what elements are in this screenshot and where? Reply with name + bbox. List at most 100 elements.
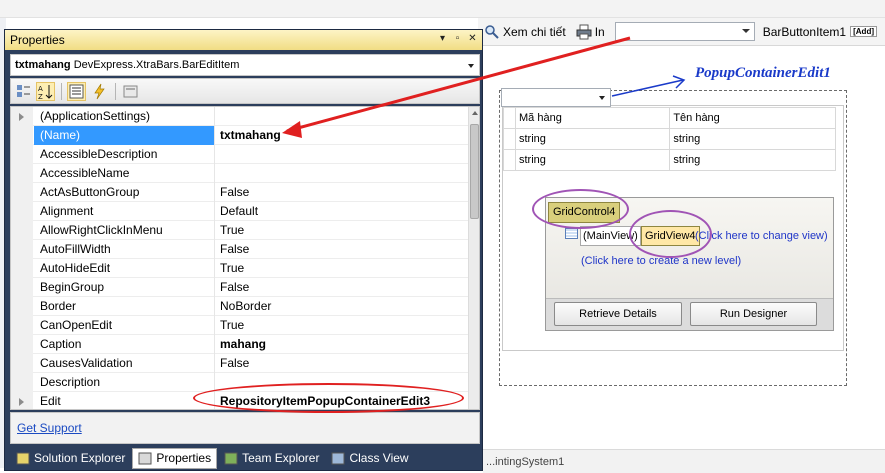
close-icon[interactable]: ✕ xyxy=(467,33,478,45)
scroll-thumb[interactable] xyxy=(470,124,479,219)
maximize-icon[interactable]: ▫ xyxy=(452,33,463,45)
tab-solution-explorer[interactable]: Solution Explorer xyxy=(11,448,130,469)
grid-header-ten-hang[interactable]: Tên hàng xyxy=(669,107,836,129)
tab-team-explorer[interactable]: Team Explorer xyxy=(219,448,324,469)
vertical-scrollbar[interactable] xyxy=(468,107,479,409)
property-grid: (ApplicationSettings) (Name) txtmahang Acce… xyxy=(10,106,480,410)
svg-text:A: A xyxy=(38,85,43,93)
property-row[interactable]: Alignment Default xyxy=(11,202,468,221)
property-name[interactable]: ActAsButtonGroup xyxy=(34,183,215,202)
chevron-down-icon[interactable] xyxy=(741,29,750,33)
property-name[interactable]: Description xyxy=(34,373,215,392)
property-row[interactable]: CanOpenEdit True xyxy=(11,316,468,335)
properties-view-icon[interactable] xyxy=(67,82,86,101)
categorized-icon[interactable] xyxy=(14,82,33,101)
events-icon[interactable] xyxy=(90,82,109,101)
get-support-link[interactable]: Get Support xyxy=(17,421,82,435)
add-item-button[interactable]: [Add] xyxy=(850,26,877,37)
row-gutter xyxy=(11,373,33,392)
property-value[interactable] xyxy=(216,107,466,126)
table-row[interactable]: string string xyxy=(503,128,836,150)
tab-class-view[interactable]: Class View xyxy=(326,448,413,469)
grid-cell[interactable]: string xyxy=(514,128,671,150)
retrieve-details-button[interactable]: Retrieve Details xyxy=(554,302,682,326)
row-gutter xyxy=(11,107,33,126)
grid-cell[interactable]: string xyxy=(514,149,671,171)
chevron-down-icon[interactable]: ▾ xyxy=(437,33,448,45)
property-value[interactable]: False xyxy=(216,354,466,373)
tab-properties[interactable]: Properties xyxy=(132,447,218,469)
property-name[interactable]: BeginGroup xyxy=(34,278,215,297)
property-row[interactable]: Caption mahang xyxy=(11,335,468,354)
grid-cell[interactable]: string xyxy=(669,128,836,150)
print-item[interactable]: In xyxy=(576,24,605,40)
scroll-up-icon[interactable] xyxy=(472,111,478,115)
row-gutter xyxy=(11,297,33,316)
row-gutter xyxy=(11,221,33,240)
property-value[interactable]: False xyxy=(216,183,466,202)
property-value[interactable]: True xyxy=(216,221,466,240)
table-row[interactable]: string string xyxy=(503,149,836,171)
row-gutter xyxy=(11,316,33,335)
expand-arrow-icon[interactable] xyxy=(19,398,24,406)
property-name[interactable]: AutoHideEdit xyxy=(34,259,215,278)
property-name[interactable]: Alignment xyxy=(34,202,215,221)
property-name[interactable]: (ApplicationSettings) xyxy=(34,107,215,126)
property-value[interactable] xyxy=(216,145,466,164)
svg-text:Z: Z xyxy=(38,93,43,100)
change-view-link[interactable]: (Click here to change view) xyxy=(695,230,828,242)
property-value[interactable]: mahang xyxy=(216,335,466,354)
property-name[interactable]: AccessibleDescription xyxy=(34,145,215,164)
property-row[interactable]: AccessibleDescription xyxy=(11,145,468,164)
alphabetical-icon[interactable]: AZ xyxy=(36,82,55,101)
chevron-down-icon[interactable] xyxy=(599,96,605,100)
property-row[interactable]: (ApplicationSettings) xyxy=(11,107,468,126)
property-value[interactable]: NoBorder xyxy=(216,297,466,316)
object-type: DevExpress.XtraBars.BarEditItem xyxy=(73,59,240,71)
property-value[interactable] xyxy=(216,164,466,183)
object-selector[interactable]: txtmahang DevExpress.XtraBars.BarEditIte… xyxy=(10,54,480,76)
view-detail-label: Xem chi tiết xyxy=(503,24,566,39)
property-row[interactable]: AutoFillWidth False xyxy=(11,240,468,259)
property-name[interactable]: Caption xyxy=(34,335,215,354)
view-detail-item[interactable]: Xem chi tiết xyxy=(484,24,566,40)
properties-title: Properties xyxy=(10,33,65,47)
bar-button-item[interactable]: BarButtonItem1 xyxy=(763,25,846,39)
property-name[interactable]: Border xyxy=(34,297,215,316)
component-tray-item[interactable]: ...intingSystem1 xyxy=(486,456,564,468)
property-name[interactable]: AccessibleName xyxy=(34,164,215,183)
property-pages-icon[interactable] xyxy=(121,82,140,101)
popup-container-edit[interactable] xyxy=(501,88,611,107)
property-name[interactable]: AutoFillWidth xyxy=(34,240,215,259)
properties-title-bar[interactable]: Properties ▾ ▫ ✕ xyxy=(5,30,482,50)
top-strip xyxy=(0,0,885,18)
property-value[interactable]: False xyxy=(216,278,466,297)
property-value[interactable]: True xyxy=(216,316,466,335)
property-value[interactable]: True xyxy=(216,259,466,278)
property-row[interactable]: AllowRightClickInMenu True xyxy=(11,221,468,240)
property-name[interactable]: CausesValidation xyxy=(34,354,215,373)
toolbar-combo[interactable] xyxy=(614,22,755,41)
property-row[interactable]: (Name) txtmahang xyxy=(11,126,468,145)
expand-arrow-icon[interactable] xyxy=(19,113,24,121)
property-row[interactable]: AutoHideEdit True xyxy=(11,259,468,278)
property-row[interactable]: Border NoBorder xyxy=(11,297,468,316)
property-row[interactable]: CausesValidation False xyxy=(11,354,468,373)
property-value[interactable]: False xyxy=(216,240,466,259)
help-pane: Get Support xyxy=(10,412,480,444)
property-name[interactable]: CanOpenEdit xyxy=(34,316,215,335)
property-name[interactable]: Edit xyxy=(34,392,215,409)
property-value[interactable]: Default xyxy=(216,202,466,221)
grid-header-ma-hang[interactable]: Mã hàng xyxy=(514,107,671,129)
property-value[interactable]: txtmahang xyxy=(216,126,466,145)
row-gutter xyxy=(11,335,33,354)
property-row[interactable]: BeginGroup False xyxy=(11,278,468,297)
run-designer-button[interactable]: Run Designer xyxy=(690,302,817,326)
grid-cell[interactable]: string xyxy=(669,149,836,171)
property-row[interactable]: AccessibleName xyxy=(11,164,468,183)
property-name[interactable]: AllowRightClickInMenu xyxy=(34,221,215,240)
property-name[interactable]: (Name) xyxy=(34,126,215,145)
tool-window-tabs: Solution Explorer Properties Team Explorer… xyxy=(5,446,482,470)
chevron-down-icon[interactable] xyxy=(468,64,474,68)
property-row[interactable]: ActAsButtonGroup False xyxy=(11,183,468,202)
